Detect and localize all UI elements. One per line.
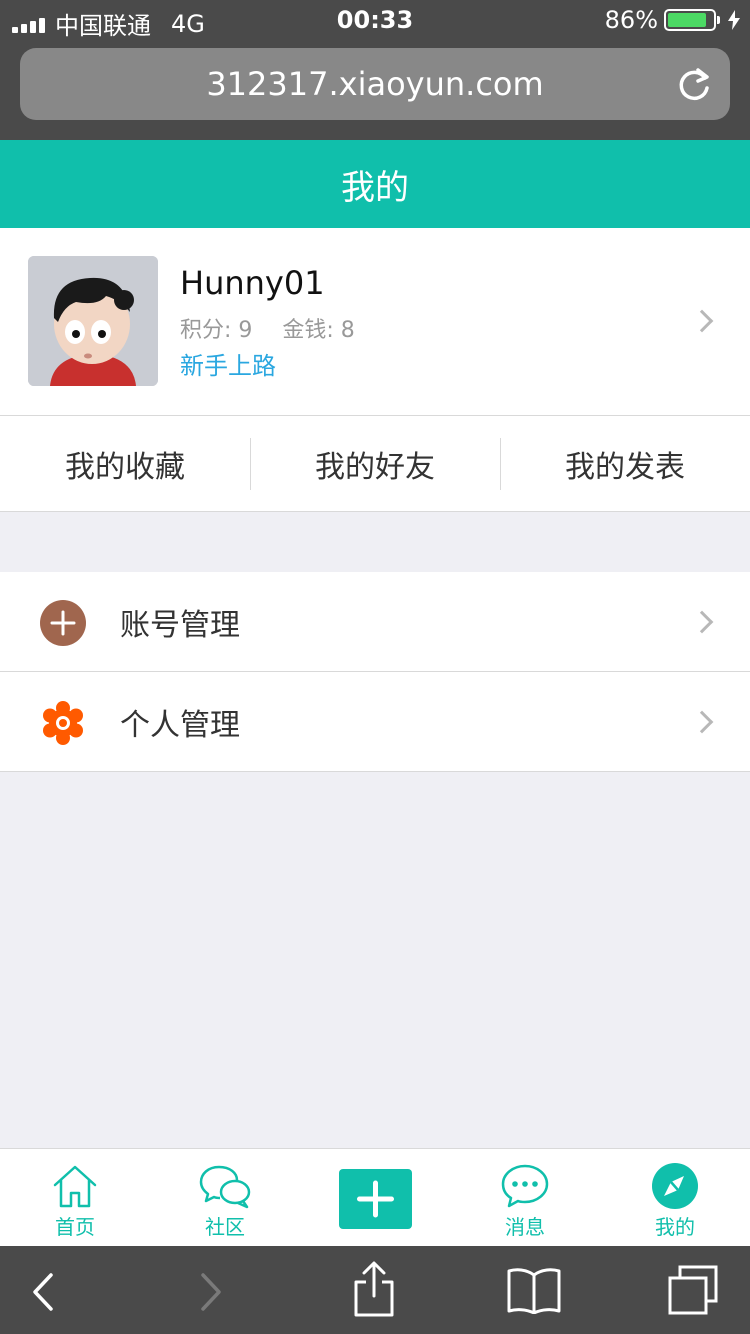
tabs-icon[interactable] (666, 1264, 720, 1316)
my-favorites-link[interactable]: 我的收藏 (0, 416, 250, 511)
quick-links: 我的收藏 我的好友 我的发表 (0, 416, 750, 512)
plus-icon (357, 1180, 394, 1218)
bottom-tab-bar: 首页 社区 消息 我的 (0, 1148, 750, 1246)
gear-icon (43, 701, 83, 745)
browser-url-area: 312317.xiaoyun.com (0, 40, 750, 140)
tab-label: 社区 (205, 1215, 245, 1239)
add-post-button[interactable] (339, 1169, 412, 1229)
menu-item-label: 个人管理 (120, 707, 240, 743)
quick-link-label: 我的收藏 (65, 449, 185, 485)
user-level: 新手上路 (180, 352, 276, 380)
tab-home[interactable]: 首页 (0, 1149, 150, 1247)
money-value: 金钱: 8 (282, 318, 355, 343)
share-icon[interactable] (352, 1260, 396, 1318)
back-arrow-icon[interactable] (30, 1272, 56, 1312)
plus-circle-icon (40, 600, 86, 646)
settings-menu: 账号管理 个人管理 (0, 572, 750, 772)
tab-label: 我的 (655, 1215, 695, 1239)
chevron-right-icon (690, 710, 714, 734)
tab-messages[interactable]: 消息 (450, 1149, 600, 1247)
tab-label: 消息 (505, 1215, 545, 1239)
avatar-image (28, 256, 158, 386)
status-right: 86% (605, 6, 740, 34)
bookmarks-icon[interactable] (506, 1266, 562, 1314)
address-bar[interactable]: 312317.xiaoyun.com (20, 48, 730, 120)
chevron-right-icon (690, 610, 714, 634)
home-icon (53, 1165, 97, 1208)
quick-link-label: 我的好友 (315, 449, 435, 485)
page-title: 我的 (341, 167, 409, 208)
reload-icon[interactable] (674, 64, 714, 104)
page-header: 我的 (0, 140, 750, 228)
username: Hunny01 (180, 264, 325, 302)
my-friends-link[interactable]: 我的好友 (250, 416, 500, 511)
menu-item-label: 账号管理 (120, 607, 240, 643)
url-text: 312317.xiaoyun.com (206, 65, 544, 103)
menu-item-personal[interactable]: 个人管理 (0, 672, 750, 772)
charging-bolt-icon (728, 10, 740, 30)
chat-bubbles-icon (199, 1165, 251, 1209)
menu-item-account[interactable]: 账号管理 (0, 572, 750, 672)
quick-link-label: 我的发表 (565, 449, 685, 485)
tab-community[interactable]: 社区 (150, 1149, 300, 1247)
profile-card[interactable]: Hunny01 积分: 9 金钱: 8 新手上路 (0, 228, 750, 416)
my-posts-link[interactable]: 我的发表 (500, 416, 750, 511)
forward-arrow-icon[interactable] (198, 1272, 224, 1312)
battery-icon (664, 9, 720, 31)
battery-fill (668, 13, 706, 27)
tab-mine[interactable]: 我的 (600, 1149, 750, 1247)
avatar (28, 256, 158, 386)
user-stats: 积分: 9 金钱: 8 (180, 312, 355, 344)
browser-toolbar (0, 1246, 750, 1334)
compass-icon (652, 1163, 698, 1209)
message-icon (501, 1164, 549, 1208)
points-value: 积分: 9 (180, 318, 253, 343)
tab-label: 首页 (55, 1215, 95, 1239)
status-bar: 中国联通 4G 00:33 86% (0, 0, 750, 40)
chevron-right-icon (690, 309, 714, 333)
battery-percent: 86% (604, 6, 658, 34)
